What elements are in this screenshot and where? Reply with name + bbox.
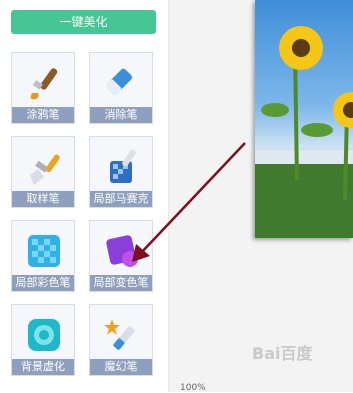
annotation-arrow	[132, 142, 246, 262]
watermark: Bai百度	[252, 344, 313, 363]
